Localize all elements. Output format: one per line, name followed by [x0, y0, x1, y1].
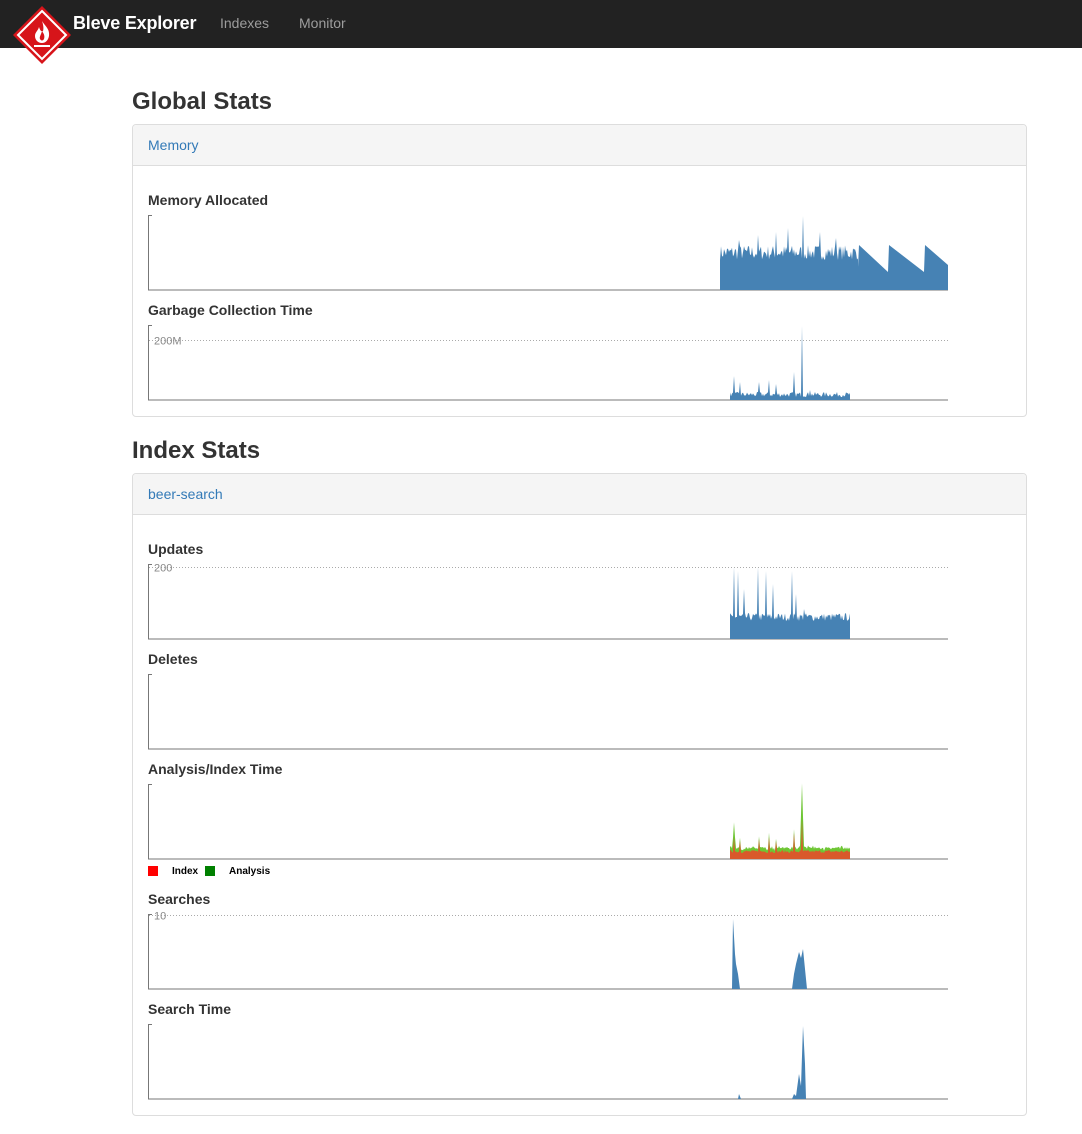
beer-search-panel-heading: beer-search	[133, 474, 1026, 515]
memory-panel-title[interactable]: Memory	[148, 137, 199, 153]
searches-title: Searches	[148, 891, 211, 907]
updates-title: Updates	[148, 541, 204, 557]
global-stats-heading: Global Stats	[132, 88, 273, 115]
searches-area-1	[732, 919, 740, 989]
index-series-area	[730, 819, 850, 859]
navbar-brand[interactable]: Bleve Explorer	[73, 13, 196, 34]
search-time-title: Search Time	[148, 1001, 232, 1017]
searches-axes	[148, 914, 948, 990]
legend-swatch-index	[148, 866, 158, 876]
gc-time-title: Garbage Collection Time	[148, 302, 313, 318]
analysis-series-area	[730, 783, 850, 859]
memory-panel-heading: Memory	[133, 125, 1026, 166]
memory-allocated-area	[719, 216, 948, 290]
search-time-area-1	[738, 1094, 741, 1099]
search-time-chart	[148, 1024, 948, 1100]
gc-time-area	[730, 326, 850, 400]
searches-gridline-label: 10	[154, 911, 166, 923]
navbar: Bleve Explorer Indexes Monitor	[0, 0, 1082, 48]
nav-link-monitor[interactable]: Monitor	[299, 15, 346, 31]
bleve-logo-icon[interactable]	[12, 5, 72, 65]
gc-time-gridline-label: 200M	[154, 336, 182, 348]
legend-label-analysis: Analysis	[229, 866, 271, 877]
nav-link-indexes[interactable]: Indexes	[220, 15, 269, 31]
legend-label-index: Index	[172, 866, 199, 877]
legend-swatch-analysis	[205, 866, 215, 876]
deletes-title: Deletes	[148, 651, 198, 667]
beer-search-panel: beer-search Updates 200 Deletes Analysis…	[132, 473, 1027, 1116]
searches-area-2	[792, 949, 807, 989]
deletes-axes	[148, 674, 948, 750]
memory-allocated-chart	[148, 215, 948, 291]
searches-chart: 10	[148, 911, 948, 990]
search-time-area-2	[792, 1026, 806, 1099]
beer-search-panel-title[interactable]: beer-search	[148, 486, 223, 502]
deletes-chart	[148, 674, 948, 750]
analysis-index-time-chart	[148, 783, 948, 860]
updates-gridline-label: 200	[154, 563, 172, 575]
memory-panel: Memory Memory Allocated Garbage Collecti…	[132, 124, 1027, 417]
search-time-axes	[148, 1024, 948, 1100]
gc-time-chart: 200M	[148, 325, 948, 401]
index-stats-heading: Index Stats	[132, 437, 261, 464]
analysis-index-time-title: Analysis/Index Time	[148, 761, 283, 777]
memory-allocated-title: Memory Allocated	[148, 192, 269, 208]
updates-chart: 200	[148, 563, 948, 640]
gc-time-axes	[148, 325, 948, 401]
updates-area	[730, 567, 850, 639]
